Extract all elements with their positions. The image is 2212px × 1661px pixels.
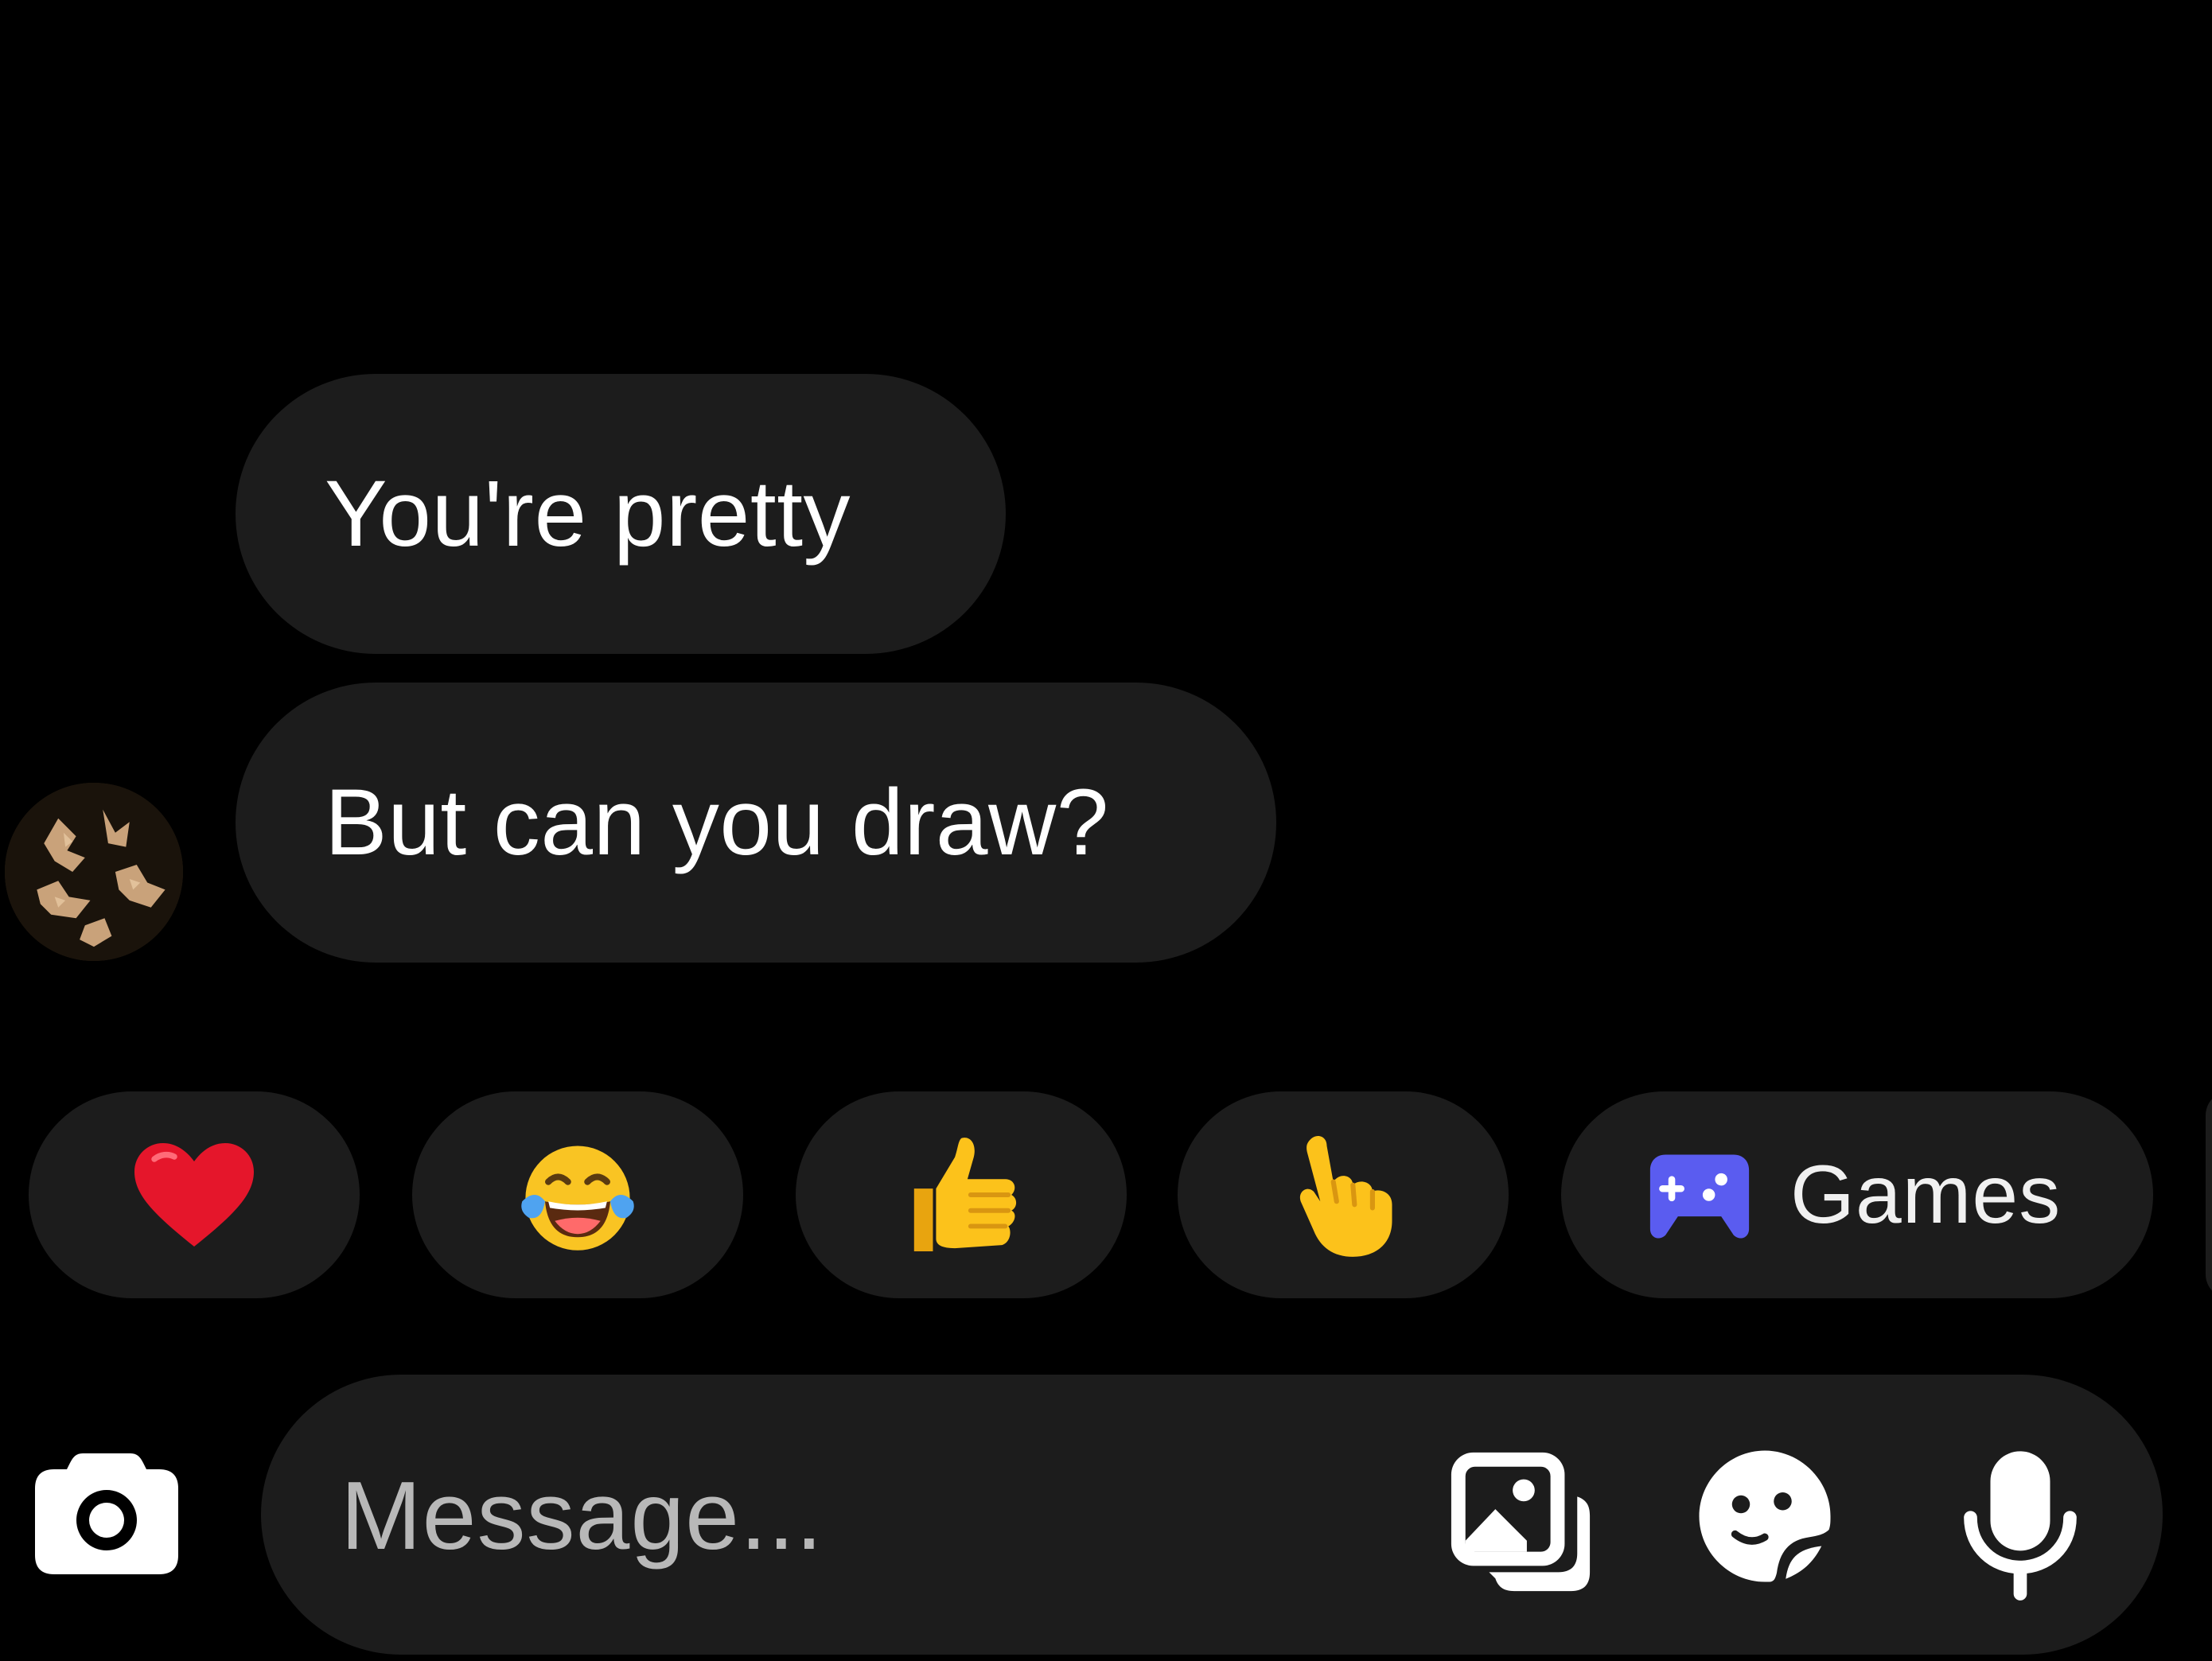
pointing-hand-icon <box>1299 1136 1392 1257</box>
sticker-icon[interactable] <box>1693 1445 1836 1588</box>
message-input[interactable] <box>339 1375 1377 1656</box>
message-text: But can you draw? <box>325 770 1109 875</box>
gamepad-icon <box>1649 1154 1750 1239</box>
point-reaction-button[interactable] <box>1178 1091 1509 1298</box>
games-button[interactable]: Games <box>1561 1091 2153 1298</box>
microphone-icon[interactable] <box>1959 1445 2082 1604</box>
camera-icon[interactable] <box>32 1446 181 1578</box>
message-bubble[interactable]: But can you draw? <box>236 683 1276 963</box>
face-with-tears-of-joy-icon <box>521 1146 634 1251</box>
thumbs-up-reaction-button[interactable] <box>796 1091 1127 1298</box>
message-text: You're pretty <box>325 461 851 566</box>
gallery-icon[interactable] <box>1445 1446 1596 1597</box>
games-label: Games <box>1790 1148 2062 1241</box>
laughing-reaction-button[interactable] <box>412 1091 743 1298</box>
avatar-image <box>5 783 183 961</box>
red-heart-icon <box>134 1143 254 1247</box>
message-bubble[interactable]: You're pretty <box>236 374 1006 654</box>
heart-reaction-button[interactable] <box>29 1091 360 1298</box>
more-quick-replies-chip[interactable] <box>2206 1091 2212 1298</box>
avatar[interactable] <box>5 783 183 961</box>
thumbs-up-icon <box>913 1138 1017 1252</box>
message-composer <box>261 1375 2163 1656</box>
